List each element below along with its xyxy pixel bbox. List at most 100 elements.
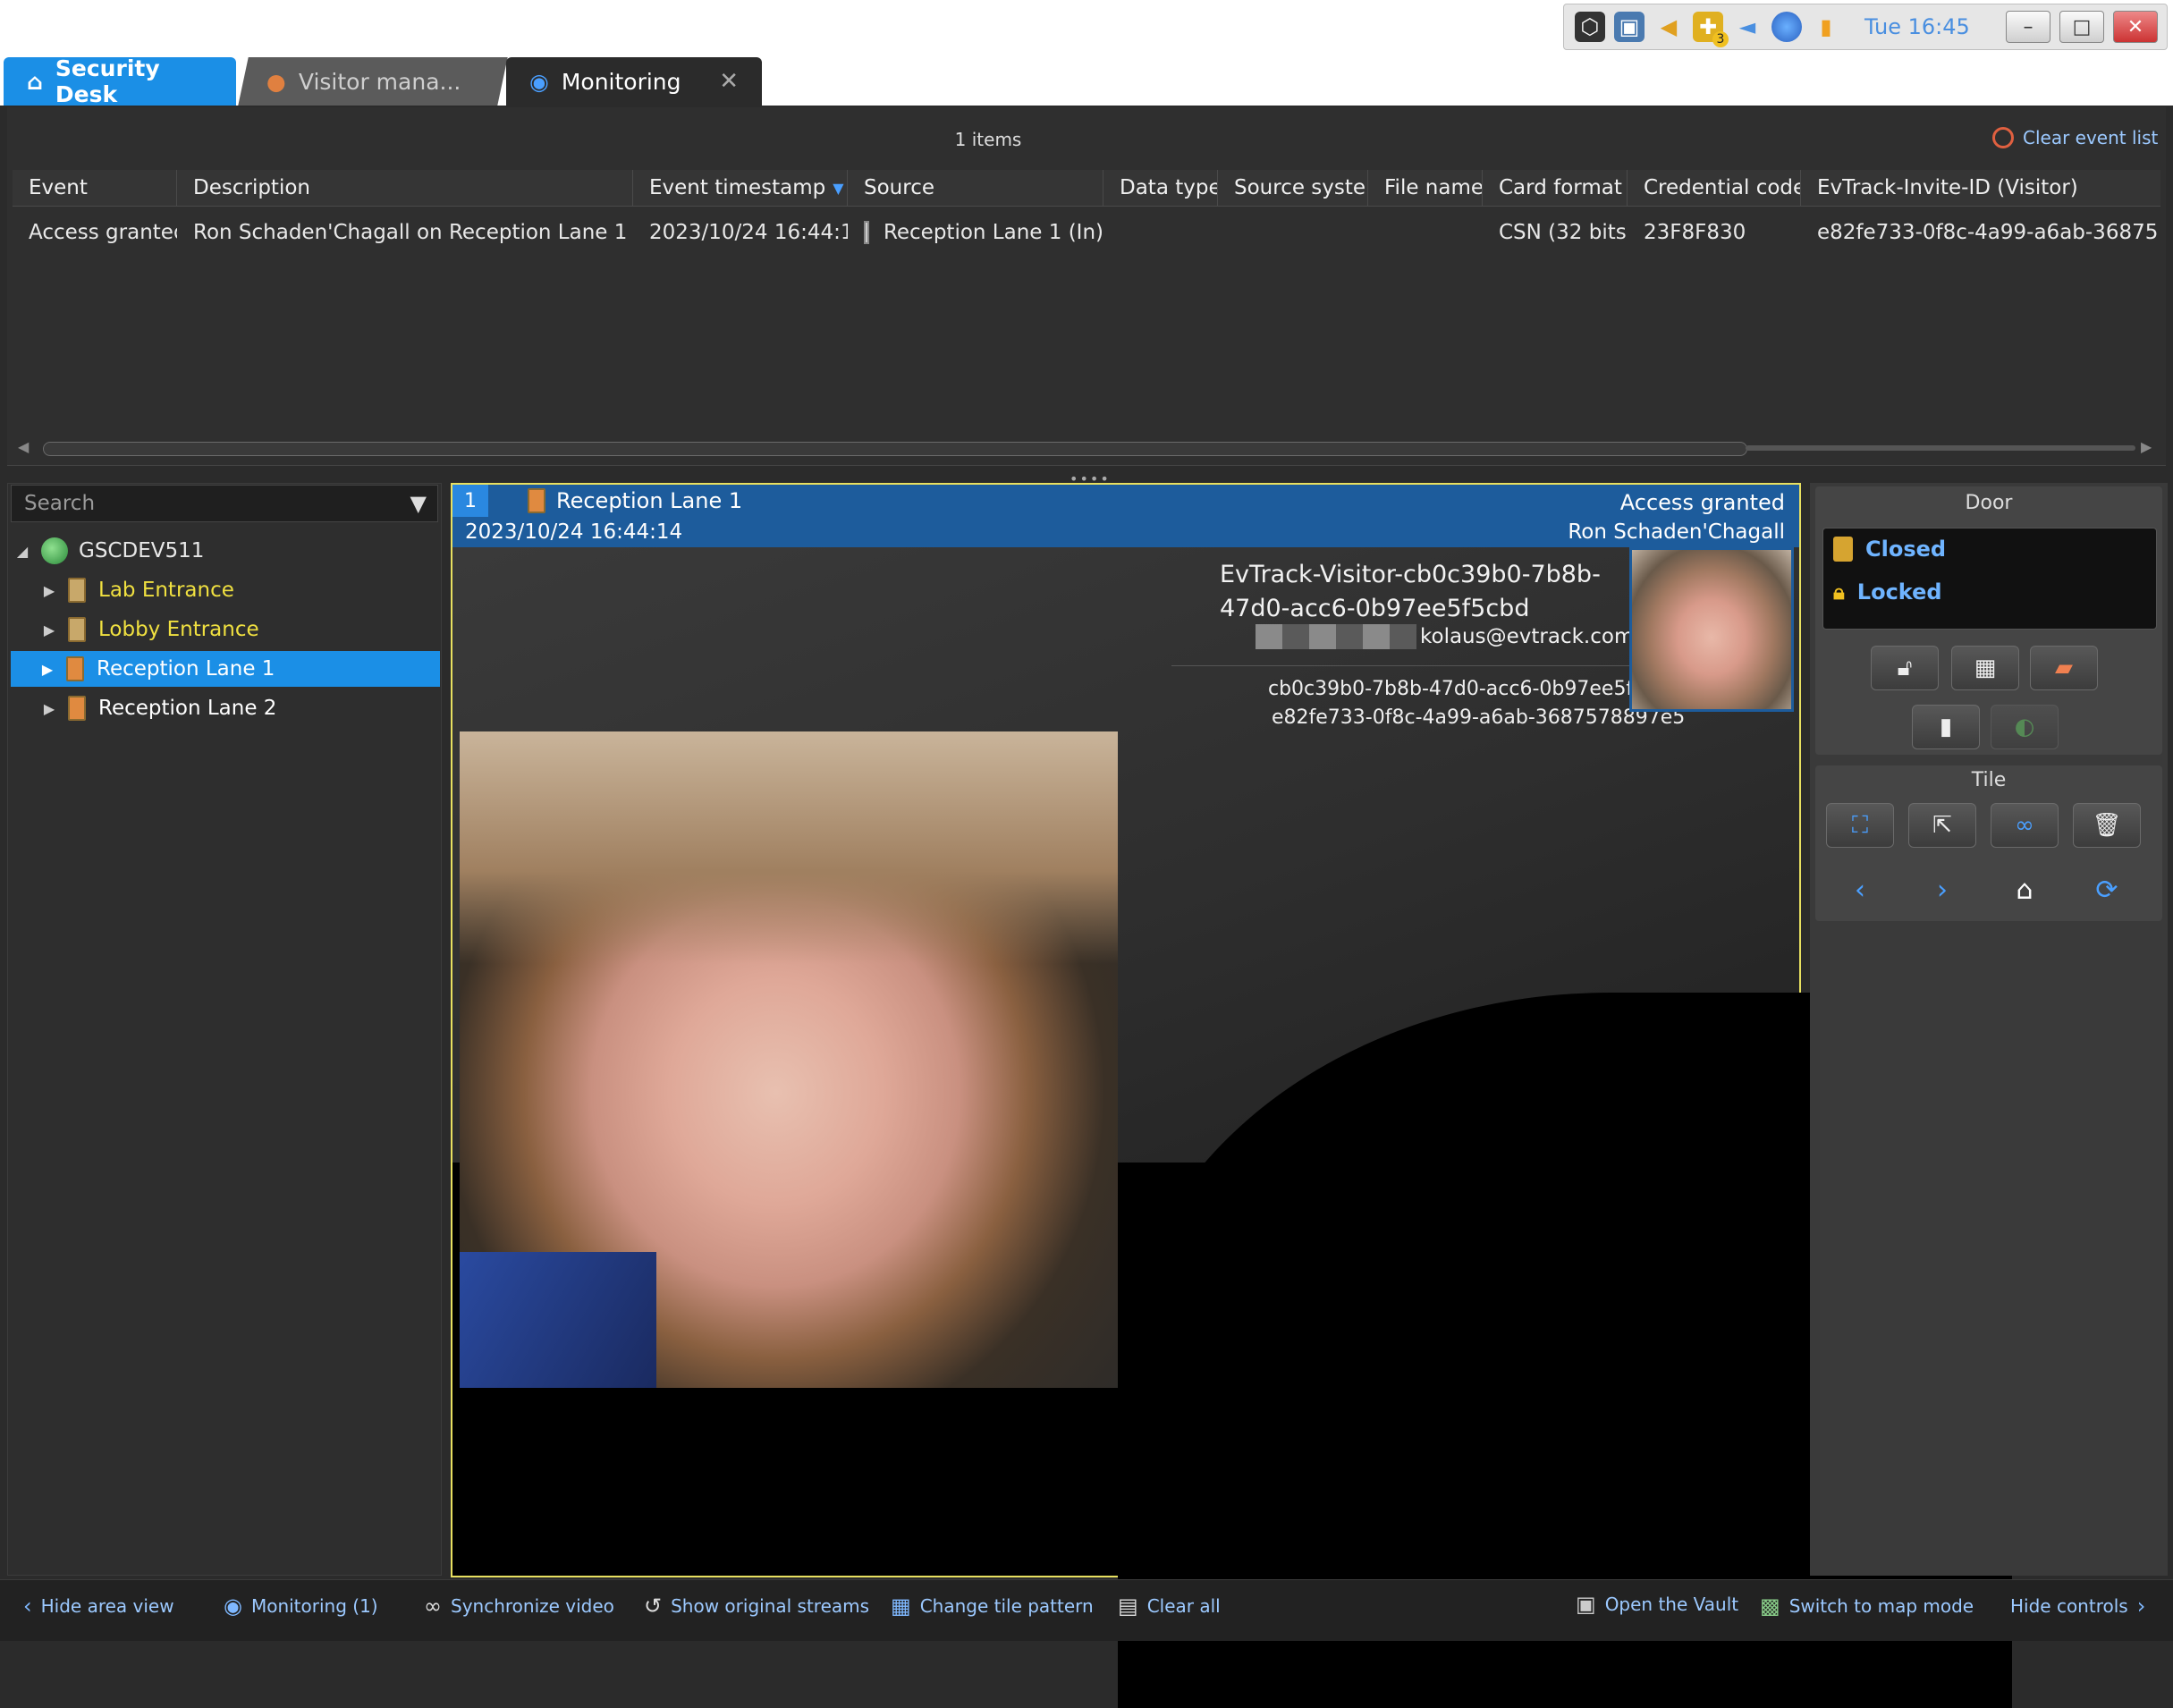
door-icon (528, 488, 545, 513)
splitter-grip[interactable]: •••• (1070, 470, 1109, 487)
scroll-left-icon[interactable]: ◀ (18, 438, 29, 455)
expand-arrow-icon[interactable]: ▶ (38, 661, 57, 678)
monitoring-icon: ◉ (529, 68, 549, 95)
genetec-icon[interactable]: ⬡ (1575, 12, 1605, 42)
search-input[interactable] (22, 491, 402, 516)
item-count: 1 items (954, 129, 1022, 150)
switch-map-mode-button[interactable]: ▩ Switch to map mode (1760, 1594, 1974, 1619)
tab-security-desk[interactable]: ⌂ Security Desk (4, 55, 236, 107)
alarm-icon[interactable]: ✚ 3 (1693, 12, 1729, 47)
column-header-event[interactable]: Event (13, 170, 177, 206)
battery-icon[interactable]: ▮ (1811, 12, 1841, 42)
cell-event: Access granted (29, 221, 177, 244)
search-field[interactable]: ▼ (11, 485, 438, 522)
tile-status: Access granted (1619, 490, 1785, 515)
tile-person: Ron Schaden'Chagall (1568, 520, 1785, 544)
show-original-streams-button[interactable]: ↺ Show original streams (644, 1594, 869, 1619)
tree-root[interactable]: ◢ GSCDEV511 (13, 533, 440, 569)
open-vault-button[interactable]: ▣ Open the Vault (1576, 1592, 1738, 1617)
clear-all-button[interactable]: ▤ Clear all (1118, 1594, 1221, 1619)
clear-event-list-button[interactable]: Clear event list (1992, 127, 2158, 148)
visitor-name: EvTrack-Visitor-cb0c39b0-7b8b-47d0-acc6-… (1220, 561, 1601, 622)
tile-title-row: Reception Lane 1 (528, 488, 742, 513)
shunt-icon: ◐ (2014, 714, 2035, 740)
tile-timestamp: 2023/10/24 16:44:14 (465, 520, 683, 544)
refresh-button[interactable]: ⟳ (2073, 867, 2141, 912)
expand-arrow-icon[interactable]: ▶ (39, 582, 59, 599)
hide-controls-button[interactable]: Hide controls › (2010, 1594, 2145, 1619)
close-tab-icon[interactable]: ✕ (719, 68, 739, 95)
door-locked-state: 🔒︎ Locked (1833, 579, 1942, 605)
column-header-source-system[interactable]: Source system (1218, 170, 1368, 206)
monitoring-button[interactable]: ◉ Monitoring (1) (224, 1594, 378, 1619)
column-header-file-name[interactable]: File name (1368, 170, 1483, 206)
expand-arrow-icon[interactable]: ▶ (39, 621, 59, 638)
unlock-button[interactable]: 🔓︎ (1871, 646, 1939, 690)
tree-item-label: Lab Entrance (98, 579, 234, 602)
source-label: Reception Lane 1 (In) (883, 221, 1103, 244)
switch-map-mode-label: Switch to map mode (1788, 1595, 1974, 1617)
filter-icon[interactable]: ▼ (410, 491, 427, 516)
tree-item-reception-lane-1[interactable]: ▶ Reception Lane 1 (11, 651, 440, 687)
sort-desc-icon: ▼ (833, 179, 844, 197)
tile-title: Reception Lane 1 (556, 488, 743, 513)
chevron-right-icon: › (2136, 1594, 2146, 1619)
tab-visitor-management[interactable]: ● Visitor mana... (238, 57, 508, 106)
tab-monitoring[interactable]: ◉ Monitoring ✕ (506, 57, 762, 106)
photo-hair-region (460, 731, 1118, 964)
cell-credential-code: 23F8F830 (1644, 221, 1746, 244)
reader-button[interactable]: ▮ (1912, 705, 1980, 749)
column-header-description[interactable]: Description (177, 170, 633, 206)
close-window-button[interactable]: ✕ (2113, 11, 2158, 43)
maximize-button[interactable]: □ (2059, 11, 2104, 43)
tile-widget-label: Tile (1971, 769, 2007, 791)
table-row[interactable]: Access granted Ron Schaden'Chagall on Re… (13, 213, 2160, 252)
monitor-icon[interactable]: ▣ (1614, 12, 1645, 42)
monitoring-label: Monitoring (1) (250, 1595, 378, 1617)
hide-area-view-button[interactable]: ‹ Hide area view (23, 1594, 174, 1619)
synchronize-video-button[interactable]: ∞ Synchronize video (424, 1594, 614, 1619)
column-header-credential-code[interactable]: Credential code (1628, 170, 1801, 206)
clear-tile-button[interactable]: 🗑︎ (2073, 803, 2141, 848)
volume-icon[interactable]: ◄ (1732, 12, 1763, 42)
door-icon (68, 696, 86, 721)
override-schedule-button[interactable]: ▦ (1951, 646, 2019, 690)
tree-item-lab-entrance[interactable]: ▶ Lab Entrance (13, 572, 440, 608)
link-icon: ∞ (424, 1594, 442, 1619)
horizontal-scrollbar-track[interactable] (1746, 445, 2135, 451)
previous-button[interactable]: ‹ (1826, 867, 1894, 912)
megaphone-icon[interactable]: ◀ (1653, 12, 1684, 42)
tile-number: 1 (452, 485, 488, 517)
minimize-button[interactable]: – (2006, 11, 2050, 43)
tree-item-label: Lobby Entrance (98, 618, 259, 641)
column-header-source[interactable]: Source (848, 170, 1103, 206)
vault-icon: ▣ (1576, 1592, 1596, 1617)
column-header-data-type[interactable]: Data type (1103, 170, 1218, 206)
hide-area-view-label: Hide area view (40, 1595, 174, 1617)
clear-all-icon: ▤ (1118, 1594, 1138, 1619)
next-button[interactable]: › (1908, 867, 1976, 912)
home-button[interactable]: ⌂ (1991, 867, 2059, 912)
globe-icon[interactable] (1771, 12, 1802, 42)
shunt-button[interactable]: ◐ (1991, 705, 2059, 749)
column-header-timestamp[interactable]: Event timestamp ▼ (633, 170, 848, 206)
horizontal-scrollbar-thumb[interactable] (43, 442, 1747, 456)
column-header-card-format[interactable]: Card format (1483, 170, 1628, 206)
column-header-invite-id[interactable]: EvTrack-Invite-ID (Visitor) (1801, 170, 2159, 206)
tree-item-lobby-entrance[interactable]: ▶ Lobby Entrance (13, 612, 440, 647)
open-external-button[interactable]: ⇱ (1908, 803, 1976, 848)
chevron-right-icon: › (1937, 874, 1948, 906)
door-closed-state: Closed (1833, 537, 1946, 562)
maximize-tile-button[interactable]: ⛶ (1826, 803, 1894, 848)
change-tile-pattern-button[interactable]: ▦ Change tile pattern (891, 1594, 1094, 1619)
collapse-arrow-icon[interactable]: ◢ (13, 543, 32, 560)
binoculars-button[interactable]: ∞ (1991, 803, 2059, 848)
open-vault-label: Open the Vault (1604, 1594, 1739, 1615)
scroll-right-icon[interactable]: ▶ (2141, 438, 2152, 455)
event-list-panel (7, 107, 2166, 466)
expand-arrow-icon[interactable]: ▶ (39, 700, 59, 717)
door-icon (1833, 537, 1853, 562)
tree-item-reception-lane-2[interactable]: ▶ Reception Lane 2 (13, 690, 440, 726)
refresh-icon: ⟳ (2095, 874, 2118, 906)
erase-button[interactable]: ▰ (2030, 646, 2098, 690)
